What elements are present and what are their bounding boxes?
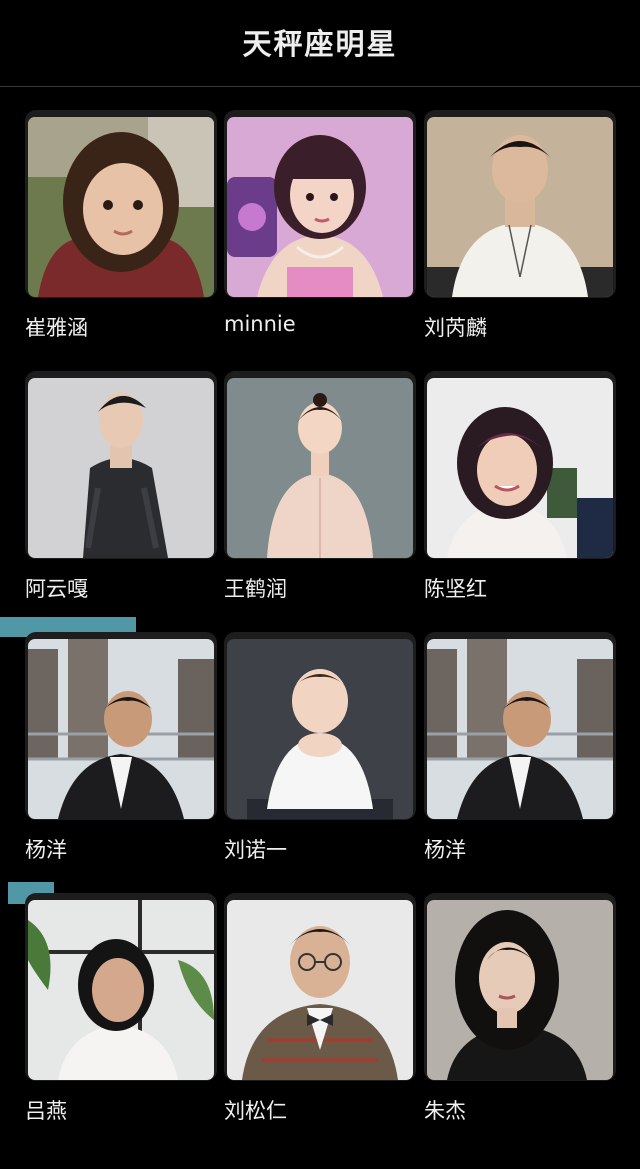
photo-frame bbox=[424, 893, 616, 1081]
photo-frame bbox=[25, 110, 217, 298]
star-card[interactable]: 陈坚红 bbox=[424, 371, 616, 601]
star-card[interactable]: minnie bbox=[224, 110, 416, 336]
photo-woman-dark-hair bbox=[427, 900, 613, 1080]
photo-man-black-jacket bbox=[28, 378, 214, 558]
photo-woman-window bbox=[28, 900, 214, 1080]
photo-boy bbox=[227, 639, 413, 819]
photo-frame bbox=[25, 371, 217, 559]
page-title: 天秤座明星 bbox=[242, 27, 398, 61]
photo-woman-pink bbox=[227, 117, 413, 297]
star-name: 崔雅涵 bbox=[25, 316, 88, 340]
star-name: 吕燕 bbox=[25, 1099, 67, 1123]
photo-frame bbox=[224, 110, 416, 298]
star-name: 刘松仁 bbox=[224, 1099, 287, 1123]
star-card[interactable]: 杨洋 bbox=[424, 632, 616, 862]
photo-frame bbox=[25, 893, 217, 1081]
page-header: 天秤座明星 bbox=[0, 0, 640, 87]
star-name: 杨洋 bbox=[25, 838, 67, 862]
photo-frame bbox=[25, 632, 217, 820]
star-card[interactable]: 刘松仁 bbox=[224, 893, 416, 1123]
photo-frame bbox=[424, 632, 616, 820]
star-card[interactable]: 崔雅涵 bbox=[25, 110, 217, 340]
photo-man-city bbox=[427, 639, 613, 819]
star-name: 刘芮麟 bbox=[424, 316, 487, 340]
photo-frame bbox=[224, 632, 416, 820]
star-card[interactable]: 吕燕 bbox=[25, 893, 217, 1123]
photo-man-tshirt bbox=[427, 117, 613, 297]
star-card[interactable]: 杨洋 bbox=[25, 632, 217, 862]
photo-man-city bbox=[28, 639, 214, 819]
star-card[interactable]: 朱杰 bbox=[424, 893, 616, 1123]
star-name: 阿云嘎 bbox=[25, 577, 88, 601]
star-name: 杨洋 bbox=[424, 838, 466, 862]
star-name: 陈坚红 bbox=[424, 577, 487, 601]
photo-woman-blouse bbox=[227, 378, 413, 558]
photo-man-bowtie bbox=[227, 900, 413, 1080]
star-name: minnie bbox=[224, 312, 296, 336]
star-card[interactable]: 刘诺一 bbox=[224, 632, 416, 862]
photo-frame bbox=[424, 110, 616, 298]
star-card[interactable]: 阿云嘎 bbox=[25, 371, 217, 601]
star-card[interactable]: 王鹤润 bbox=[224, 371, 416, 601]
star-name: 朱杰 bbox=[424, 1099, 466, 1123]
star-card[interactable]: 刘芮麟 bbox=[424, 110, 616, 340]
star-name: 刘诺一 bbox=[224, 838, 287, 862]
photo-woman-smiling bbox=[427, 378, 613, 558]
photo-frame bbox=[424, 371, 616, 559]
photo-child-girl bbox=[28, 117, 214, 297]
photo-frame bbox=[224, 371, 416, 559]
photo-frame bbox=[224, 893, 416, 1081]
star-name: 王鹤润 bbox=[224, 577, 287, 601]
